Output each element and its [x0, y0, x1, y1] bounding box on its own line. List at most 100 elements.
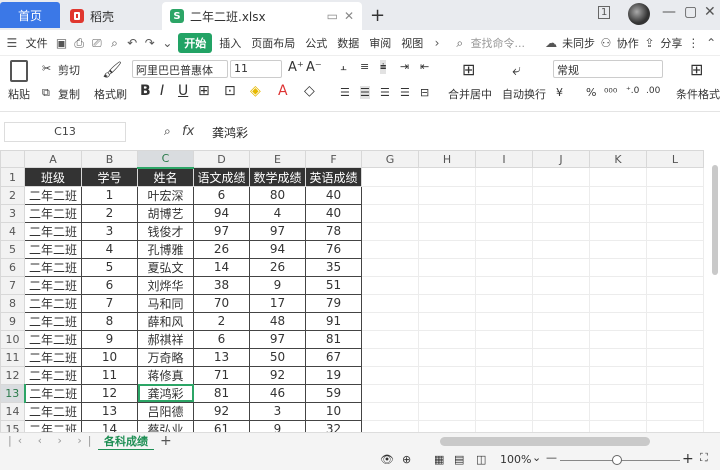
currency-icon[interactable]: ¥	[556, 86, 563, 99]
data-cell[interactable]: 二年二班	[24, 420, 82, 432]
data-cell[interactable]: 61	[193, 420, 250, 432]
empty-cell[interactable]	[475, 239, 533, 259]
data-cell[interactable]: 97	[249, 222, 306, 241]
menu-file[interactable]: 文件	[21, 35, 53, 51]
data-cell[interactable]: 2	[193, 312, 250, 331]
align-top-icon[interactable]: ⫠	[340, 60, 347, 74]
empty-cell[interactable]	[646, 401, 704, 421]
empty-cell[interactable]	[646, 419, 704, 432]
menu-page-layout[interactable]: 页面布局	[246, 35, 300, 51]
align-right-icon[interactable]: ☰	[380, 86, 390, 99]
empty-cell[interactable]	[646, 365, 704, 385]
preview-icon[interactable]: ⌕	[109, 36, 121, 50]
data-cell[interactable]: 二年二班	[24, 402, 82, 421]
row-header[interactable]: 4	[0, 221, 25, 241]
font-color-icon[interactable]: A	[278, 83, 288, 99]
view-mode-icon[interactable]: ⊕	[402, 453, 411, 466]
empty-cell[interactable]	[532, 221, 590, 241]
menu-review[interactable]: 审阅	[364, 35, 396, 51]
empty-cell[interactable]	[361, 419, 419, 432]
decrease-decimal-icon[interactable]: .00	[646, 86, 660, 96]
data-cell[interactable]: 79	[305, 294, 362, 313]
empty-cell[interactable]	[361, 401, 419, 421]
data-cell[interactable]: 11	[81, 366, 138, 385]
fullscreen-icon[interactable]: ⛶	[700, 451, 708, 465]
data-cell[interactable]: 10	[305, 402, 362, 421]
formula-input[interactable]: 龚鸿彩	[212, 124, 248, 141]
empty-cell[interactable]	[532, 311, 590, 331]
tab-spreadsheet[interactable]: S 二年二班.xlsx ▭ ✕	[162, 2, 362, 30]
empty-cell[interactable]	[361, 383, 419, 403]
tab-monitor-icon[interactable]: ▭	[327, 9, 338, 23]
column-header-j[interactable]: J	[532, 150, 590, 169]
collab-button[interactable]: 协作	[615, 35, 641, 51]
data-cell[interactable]: 4	[249, 204, 306, 223]
conditional-format-icon[interactable]: ⊞	[690, 60, 703, 79]
empty-cell[interactable]	[589, 203, 647, 223]
data-cell[interactable]: 51	[305, 276, 362, 295]
data-cell[interactable]: 4	[81, 240, 138, 259]
data-cell[interactable]: 二年二班	[24, 258, 82, 277]
empty-cell[interactable]	[361, 329, 419, 349]
empty-cell[interactable]	[475, 365, 533, 385]
data-cell[interactable]: 19	[305, 366, 362, 385]
spreadsheet-grid[interactable]: ABCDEFGHIJKL 1 班级 学号 姓名 语文成绩 数学成绩 英语成绩 2 二年二班 1 叶宏…	[0, 150, 720, 432]
empty-cell[interactable]	[532, 167, 590, 187]
empty-cell[interactable]	[418, 257, 476, 277]
data-cell[interactable]: 6	[193, 330, 250, 349]
empty-cell[interactable]	[646, 383, 704, 403]
data-cell[interactable]: 10	[81, 348, 138, 367]
data-cell[interactable]: 二年二班	[24, 330, 82, 349]
header-cell[interactable]: 英语成绩	[305, 167, 362, 187]
data-cell[interactable]: 孔博雅	[137, 240, 194, 259]
copy-button[interactable]: 复制	[58, 86, 80, 102]
data-cell[interactable]: 9	[81, 330, 138, 349]
data-cell[interactable]: 17	[249, 294, 306, 313]
font-grow-icon[interactable]: A⁺	[288, 60, 304, 75]
vertical-scrollbar[interactable]	[712, 165, 718, 275]
menu-data[interactable]: 数据	[332, 35, 364, 51]
align-left-icon[interactable]: ☰	[340, 86, 350, 99]
empty-cell[interactable]	[361, 293, 419, 313]
empty-cell[interactable]	[361, 239, 419, 259]
data-cell[interactable]: 70	[193, 294, 250, 313]
column-header-k[interactable]: K	[589, 150, 647, 169]
tab-docer[interactable]: 稻壳	[62, 2, 160, 30]
name-box[interactable]: C13	[4, 122, 126, 142]
data-cell[interactable]: 71	[193, 366, 250, 385]
avatar[interactable]	[628, 3, 650, 25]
data-cell[interactable]: 13	[193, 348, 250, 367]
row-header[interactable]: 12	[0, 365, 25, 385]
empty-cell[interactable]	[418, 293, 476, 313]
empty-cell[interactable]	[646, 203, 704, 223]
merge-center-button[interactable]: 合并居中	[448, 86, 492, 102]
empty-cell[interactable]	[589, 347, 647, 367]
empty-cell[interactable]	[475, 347, 533, 367]
column-header-l[interactable]: L	[646, 150, 704, 169]
header-cell[interactable]: 数学成绩	[249, 167, 306, 187]
more-quick-icon[interactable]: ⌄	[162, 36, 174, 50]
data-cell[interactable]: 叶宏深	[137, 186, 194, 205]
copy-icon[interactable]: ⧉	[42, 86, 50, 100]
align-middle-icon[interactable]: ≡	[360, 60, 369, 73]
conditional-format-button[interactable]: 条件格式	[676, 86, 720, 102]
row-header[interactable]: 2	[0, 185, 25, 205]
sync-status-button[interactable]: 未同步	[560, 35, 597, 51]
data-cell[interactable]: 薛和风	[137, 312, 194, 331]
menu-formula[interactable]: 公式	[300, 35, 332, 51]
more-options-icon[interactable]: ⋮	[687, 36, 699, 50]
data-cell[interactable]: 郝祺祥	[137, 330, 194, 349]
data-cell[interactable]: 5	[81, 258, 138, 277]
data-cell[interactable]: 78	[305, 222, 362, 241]
redo-icon[interactable]: ↷	[144, 36, 156, 50]
data-cell[interactable]: 81	[305, 330, 362, 349]
column-header-b[interactable]: B	[81, 150, 138, 169]
empty-cell[interactable]	[589, 383, 647, 403]
empty-cell[interactable]	[646, 257, 704, 277]
column-header-f[interactable]: F	[305, 150, 362, 169]
column-header-c[interactable]: C	[137, 150, 194, 169]
column-header-e[interactable]: E	[249, 150, 306, 169]
empty-cell[interactable]	[475, 221, 533, 241]
data-cell[interactable]: 9	[249, 276, 306, 295]
row-header[interactable]: 10	[0, 329, 25, 349]
